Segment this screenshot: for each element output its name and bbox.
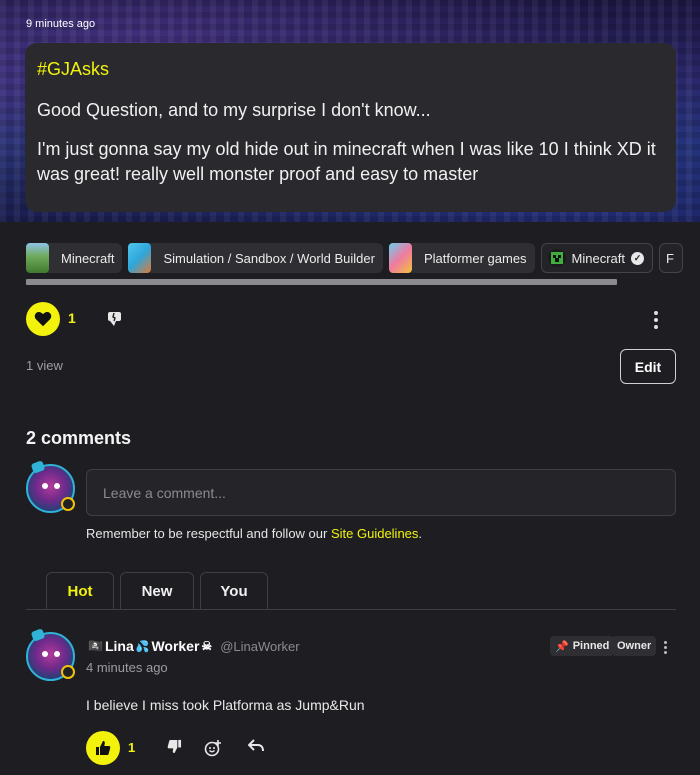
- post-content-card: #GJAsks Good Question, and to my surpris…: [25, 43, 676, 212]
- comments-title: 2 comments: [26, 428, 132, 448]
- edit-button[interactable]: Edit: [620, 349, 676, 384]
- tab-hot[interactable]: Hot: [46, 572, 114, 610]
- verified-icon: ✓: [631, 251, 645, 265]
- tag-truncated[interactable]: F: [659, 243, 683, 273]
- like-count: 1: [68, 310, 76, 326]
- pin-icon: 📌: [555, 640, 569, 653]
- like-button[interactable]: [26, 302, 60, 336]
- tab-you[interactable]: You: [200, 572, 268, 610]
- minecraft-thumbnail-icon: [26, 243, 49, 273]
- tag-label: Minecraft: [571, 250, 626, 266]
- pirate-flag-icon: 🏴‍☠️: [88, 639, 103, 653]
- pinned-badge: 📌 Pinned: [550, 636, 615, 656]
- comment-author-name-2: Worker: [151, 638, 200, 654]
- thumbs-down-icon: [167, 739, 182, 754]
- comment-author-avatar[interactable]: [26, 628, 75, 681]
- view-count: 1 view: [26, 358, 63, 373]
- tags-row: Minecraft Simulation / Sandbox / World B…: [26, 243, 700, 273]
- post-more-menu[interactable]: [654, 311, 658, 329]
- heart-icon: [34, 312, 52, 327]
- tag-simulation[interactable]: Simulation / Sandbox / World Builder: [128, 243, 383, 273]
- tab-new[interactable]: New: [120, 572, 194, 610]
- reply-icon: [247, 739, 264, 752]
- tag-label: Platformer games: [423, 250, 527, 266]
- tag-platformer[interactable]: Platformer games: [388, 243, 535, 273]
- comment-author-name: Lina: [104, 638, 134, 654]
- add-reaction-button[interactable]: [204, 739, 222, 762]
- droplets-icon: 💦: [135, 640, 150, 653]
- post-paragraph: Good Question, and to my surprise I don'…: [37, 100, 431, 120]
- comment-timestamp: 4 minutes ago: [86, 660, 168, 675]
- platformer-thumbnail-icon: [388, 243, 412, 273]
- tag-label: Simulation / Sandbox / World Builder: [163, 250, 375, 266]
- comment-like-button[interactable]: [86, 731, 120, 765]
- thumbs-up-icon: [96, 741, 111, 755]
- creeper-icon: [547, 249, 566, 267]
- tags-scrollbar[interactable]: [26, 279, 617, 285]
- reply-button[interactable]: [247, 739, 264, 758]
- tabs-divider: [26, 609, 676, 610]
- site-guidelines-link[interactable]: Site Guidelines: [331, 526, 418, 541]
- broken-heart-icon: [108, 312, 121, 326]
- skull-icon: ☠: [201, 639, 213, 653]
- current-user-avatar[interactable]: [26, 460, 75, 513]
- comment-dislike-button[interactable]: [167, 739, 182, 759]
- tag-minecraft[interactable]: Minecraft: [26, 243, 123, 273]
- emoji-add-icon: [204, 740, 221, 757]
- comment-text: I believe I miss took Platforma as Jump&…: [86, 697, 365, 713]
- comment-more-menu[interactable]: [664, 641, 667, 654]
- dislike-button[interactable]: [106, 310, 123, 332]
- tag-label: Minecraft: [61, 250, 115, 266]
- tag-minecraft-community[interactable]: Minecraft ✓: [540, 243, 654, 273]
- owner-badge: Owner: [612, 636, 657, 656]
- comment-author[interactable]: 🏴‍☠️ Lina 💦 Worker ☠ @LinaWorker: [88, 638, 300, 654]
- post-timestamp: 9 minutes ago: [26, 18, 96, 30]
- guidelines-note: Remember to be respectful and follow our…: [86, 526, 423, 541]
- post-paragraph: I'm just gonna say my old hide out in mi…: [37, 139, 656, 184]
- simulation-thumbnail-icon: [128, 243, 152, 273]
- comment-author-handle: @LinaWorker: [220, 638, 300, 654]
- comment-input[interactable]: [86, 469, 676, 516]
- comment-sort-tabs: Hot New You: [46, 572, 268, 610]
- comment-like-count: 1: [128, 740, 136, 755]
- post-hashtag[interactable]: #GJAsks: [37, 59, 664, 80]
- tag-label: F: [666, 250, 674, 266]
